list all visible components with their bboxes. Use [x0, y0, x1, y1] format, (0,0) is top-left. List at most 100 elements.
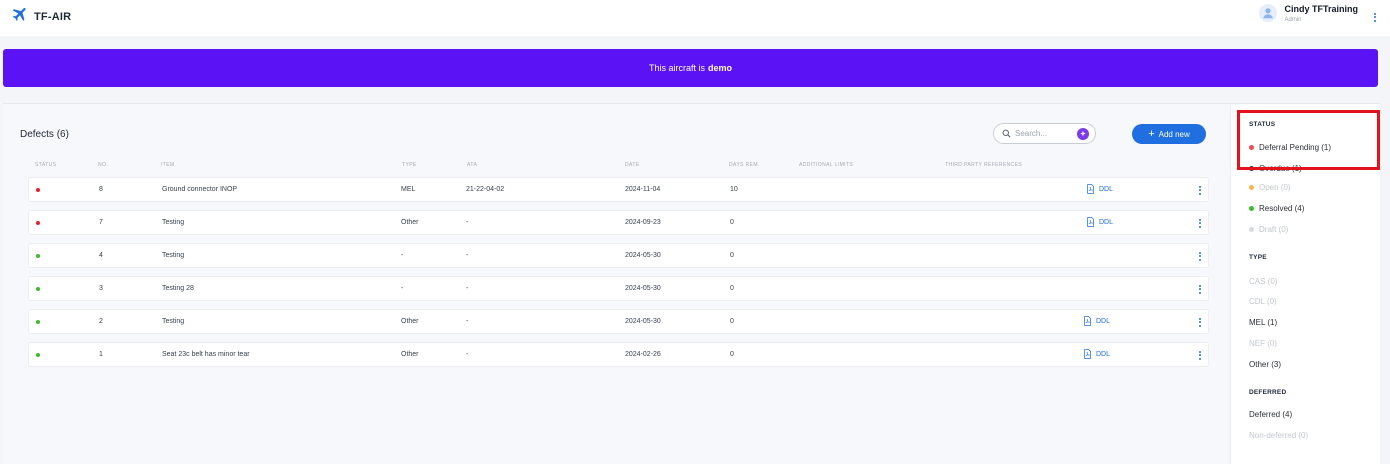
cell-type: -	[401, 285, 404, 292]
cell-item[interactable]: Ground connector INOP	[162, 186, 237, 193]
filter-option-type[interactable]: MEL (1)	[1249, 318, 1277, 327]
filter-option-deferred[interactable]: Non-deferred (0)	[1249, 431, 1308, 440]
cell-no: 7	[99, 219, 103, 226]
status-color-dot	[1249, 185, 1254, 190]
add-new-button[interactable]: + Add new	[1132, 124, 1206, 144]
col-item[interactable]: ITEM	[161, 162, 175, 168]
col-no[interactable]: NO.	[98, 162, 108, 168]
cell-date: 2024-05-30	[625, 285, 661, 292]
defects-panel: Defects (6) + Add new STATUS NO. ITEM TY…	[3, 103, 1230, 464]
cell-item[interactable]: Testing	[162, 318, 184, 325]
ddl-link[interactable]: DDL	[1083, 316, 1110, 326]
user-name: Cindy TFTraining	[1284, 3, 1359, 14]
filter-option-label: Other (3)	[1249, 360, 1282, 369]
cell-date: 2024-02-26	[625, 351, 661, 358]
cell-no: 8	[99, 186, 103, 193]
cell-item[interactable]: Testing 28	[162, 285, 194, 292]
col-status[interactable]: STATUS	[35, 162, 56, 168]
airplane-icon	[10, 5, 28, 28]
ddl-label: DDL	[1096, 317, 1111, 325]
ddl-label: DDL	[1099, 218, 1114, 226]
table-row[interactable]: 1 Seat 23c belt has minor tear Other - 2024-…	[28, 342, 1209, 367]
cell-date: 2024-09-23	[625, 219, 661, 226]
cell-type: Other	[401, 219, 419, 226]
search-box[interactable]	[993, 123, 1096, 144]
row-more-icon[interactable]	[1197, 283, 1203, 295]
cell-days-rem: 0	[730, 219, 734, 226]
status-color-dot	[1249, 206, 1254, 211]
banner-status: demo	[708, 63, 733, 73]
search-icon	[1002, 125, 1011, 143]
filter-option-label: Open (0)	[1259, 183, 1291, 192]
cell-ata: -	[466, 285, 469, 292]
col-type[interactable]: TYPE	[402, 162, 417, 168]
brand[interactable]: TF-AIR	[10, 5, 71, 28]
filter-option-label: CDL (0)	[1249, 297, 1277, 306]
filter-option-deferred[interactable]: Deferred (4)	[1249, 410, 1292, 419]
cell-ata: -	[466, 252, 469, 259]
cell-days-rem: 0	[730, 252, 734, 259]
col-third-party-refs[interactable]: THIRD PARTY REFERENCES	[945, 162, 1022, 168]
app-name: TF-AIR	[34, 10, 72, 23]
cell-type: Other	[401, 318, 419, 325]
row-more-icon[interactable]	[1197, 349, 1203, 361]
cell-days-rem: 0	[730, 351, 734, 358]
table-row[interactable]: 2 Testing Other - 2024-05-30 0 DDL	[28, 309, 1209, 334]
pdf-icon	[1087, 217, 1094, 227]
table-row[interactable]: 7 Testing Other - 2024-09-23 0 DDL	[28, 210, 1209, 235]
row-more-icon[interactable]	[1197, 184, 1203, 196]
status-dot	[36, 353, 40, 357]
cell-item[interactable]: Seat 23c belt has minor tear	[162, 351, 250, 358]
cell-type: Other	[401, 351, 419, 358]
col-date[interactable]: DATE	[625, 162, 640, 168]
filter-option-type[interactable]: NEF (0)	[1249, 339, 1277, 348]
cell-days-rem: 0	[730, 285, 734, 292]
cell-type: MEL	[401, 186, 416, 193]
row-more-icon[interactable]	[1197, 217, 1203, 229]
top-bar: TF-AIR Cindy TFTraining Admin	[0, 0, 1390, 36]
highlight-box	[1237, 110, 1380, 170]
filter-option-label: Draft (0)	[1259, 225, 1289, 234]
cell-no: 2	[99, 318, 103, 325]
cell-item[interactable]: Testing	[162, 219, 184, 226]
avatar[interactable]	[1258, 4, 1277, 22]
status-dot	[36, 221, 40, 225]
filter-option-status[interactable]: Open (0)	[1249, 183, 1291, 192]
pdf-icon	[1084, 316, 1091, 326]
cell-no: 4	[99, 252, 103, 259]
col-ata[interactable]: ATA	[467, 162, 477, 168]
row-more-icon[interactable]	[1197, 250, 1203, 262]
aircraft-status-banner: This aircraft is demo	[3, 49, 1378, 87]
deferred-filter-heading: DEFERRED	[1249, 389, 1287, 396]
cell-no: 1	[99, 351, 103, 358]
cell-date: 2024-05-30	[625, 318, 661, 325]
ai-sparkle-icon[interactable]	[1077, 128, 1089, 140]
table-row[interactable]: 8 Ground connector INOP MEL 21-22-04-02 2024…	[28, 177, 1209, 202]
cell-date: 2024-11-04	[625, 186, 661, 193]
cell-date: 2024-05-30	[625, 252, 661, 259]
ddl-link[interactable]: DDL	[1083, 349, 1110, 359]
ddl-link[interactable]: DDL	[1086, 217, 1113, 227]
filter-option-type[interactable]: CDL (0)	[1249, 297, 1277, 306]
user-role: Admin	[1284, 16, 1302, 23]
table-row[interactable]: 4 Testing - - 2024-05-30 0	[28, 243, 1209, 268]
row-more-icon[interactable]	[1197, 316, 1203, 328]
filter-option-type[interactable]: Other (3)	[1249, 360, 1281, 369]
banner-text: This aircraft is	[648, 63, 705, 73]
user-menu[interactable]: Cindy TFTraining Admin	[1258, 2, 1381, 24]
user-more-icon[interactable]	[1370, 10, 1380, 24]
col-days-rem[interactable]: DAYS REM.	[729, 162, 760, 168]
ddl-link[interactable]: DDL	[1086, 184, 1113, 194]
cell-item[interactable]: Testing	[162, 252, 184, 259]
col-additional-limits[interactable]: ADDITIONAL LIMITS	[799, 162, 853, 168]
filter-option-label: Non-deferred (0)	[1249, 431, 1309, 440]
cell-days-rem: 10	[730, 186, 738, 193]
table-row[interactable]: 3 Testing 28 - - 2024-05-30 0	[28, 276, 1209, 301]
search-input[interactable]	[1015, 129, 1070, 138]
filter-option-type[interactable]: CAS (0)	[1249, 277, 1277, 286]
filter-option-status[interactable]: Draft (0)	[1249, 225, 1288, 234]
filter-option-status[interactable]: Resolved (4)	[1249, 204, 1304, 213]
type-filter-heading: TYPE	[1249, 254, 1267, 261]
pdf-icon	[1084, 349, 1091, 359]
filter-option-label: CAS (0)	[1249, 277, 1278, 286]
